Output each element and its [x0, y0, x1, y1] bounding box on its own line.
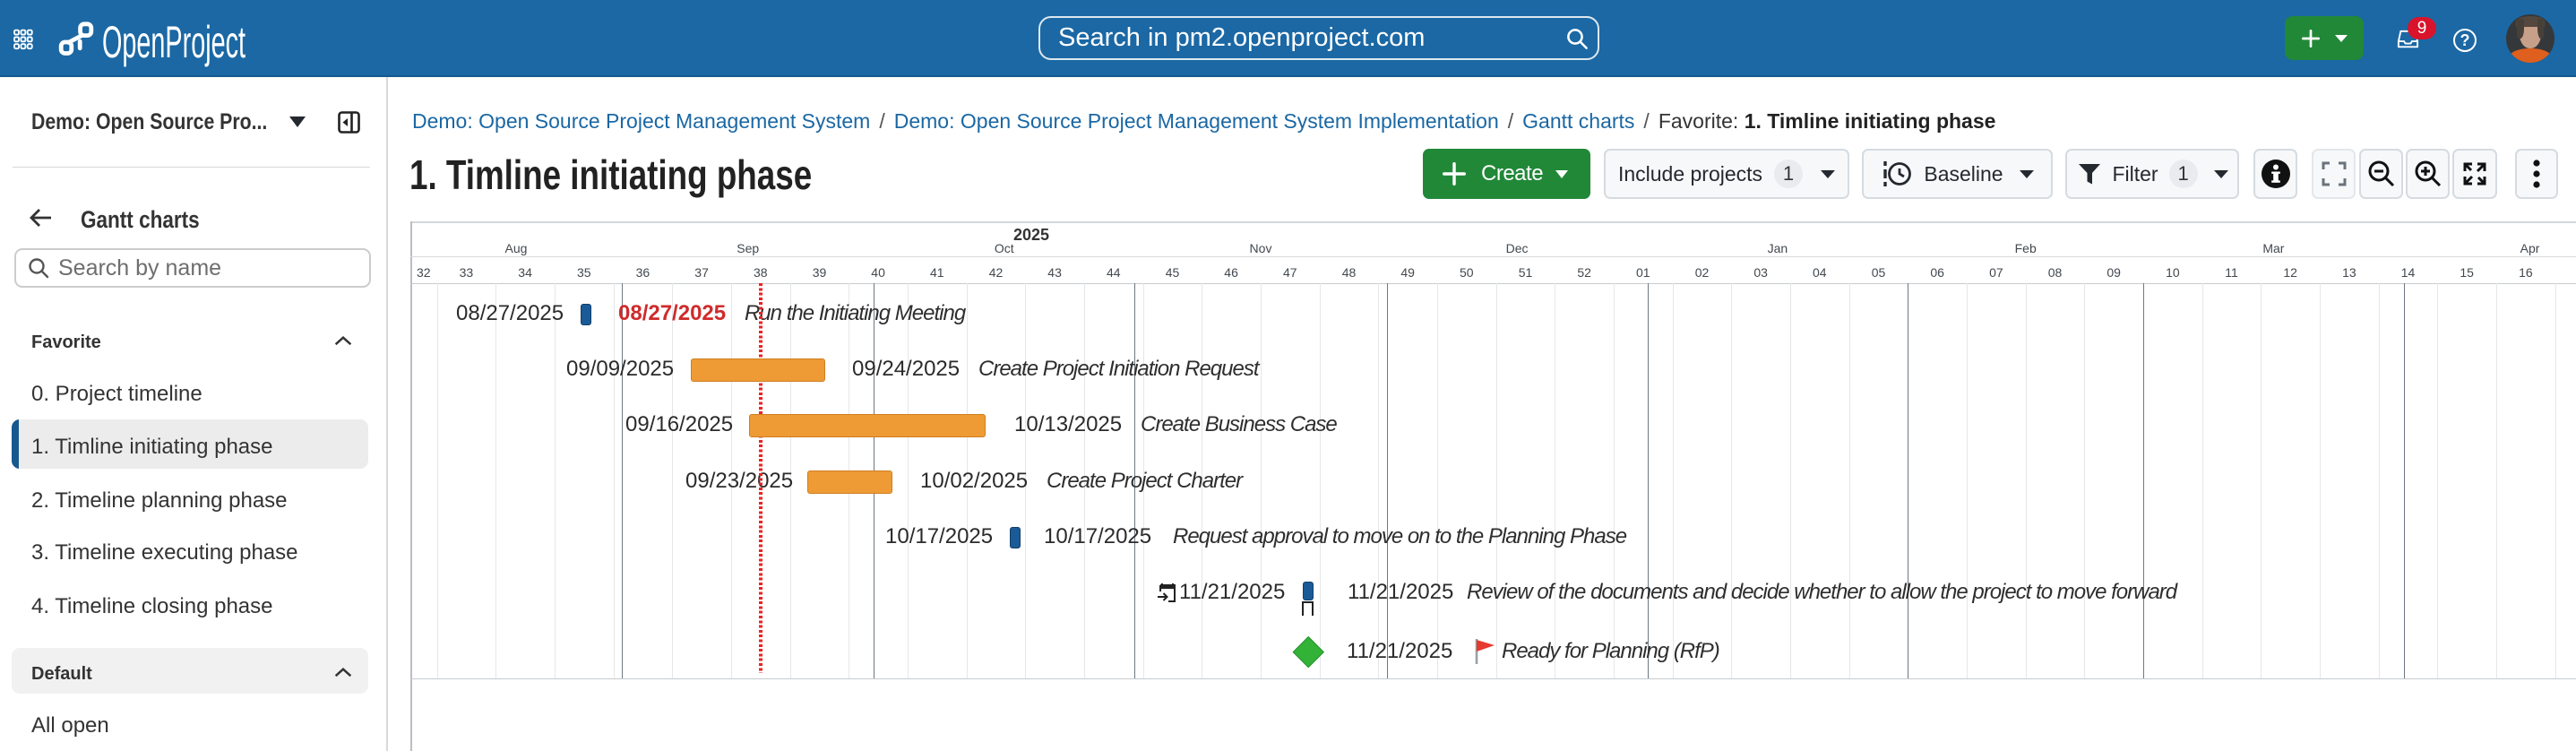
svg-text:OpenProject: OpenProject: [102, 17, 246, 67]
